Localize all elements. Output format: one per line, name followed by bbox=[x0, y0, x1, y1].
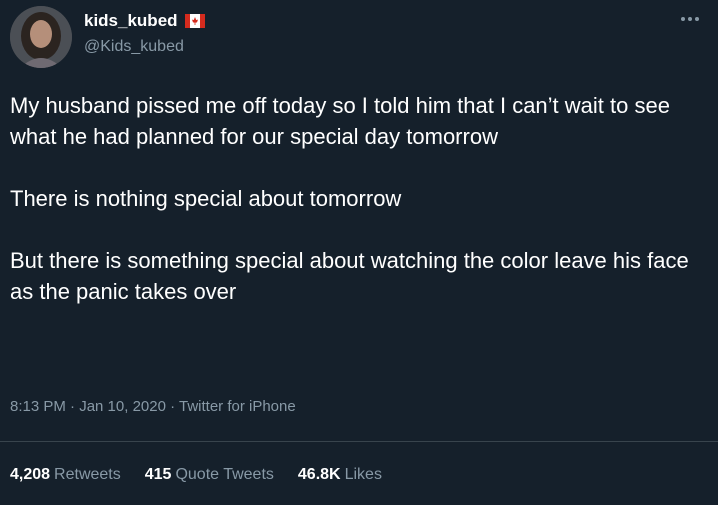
tweet-metadata[interactable]: 8:13 PM · Jan 10, 2020 · Twitter for iPh… bbox=[10, 398, 296, 415]
tweet: kids_kubed @Kids_kubed My husband pissed… bbox=[0, 0, 718, 505]
user-names: kids_kubed @Kids_kubed bbox=[84, 10, 205, 56]
likes-label: Likes bbox=[344, 466, 382, 483]
retweets-label: Retweets bbox=[54, 466, 121, 483]
tweet-paragraph: There is nothing special about tomorrow bbox=[10, 186, 402, 211]
canada-flag-icon bbox=[184, 14, 205, 28]
quote-tweets-label: Quote Tweets bbox=[175, 466, 274, 483]
quote-tweets-count: 415 bbox=[144, 466, 172, 483]
tweet-text: My husband pissed me off today so I told… bbox=[10, 90, 710, 307]
tweet-paragraph: But there is something special about wat… bbox=[10, 248, 689, 304]
retweets-count: 4,208 bbox=[10, 466, 51, 483]
more-options-icon[interactable] bbox=[678, 12, 702, 26]
tweet-header: kids_kubed @Kids_kubed bbox=[10, 6, 708, 68]
divider bbox=[0, 441, 718, 442]
likes-count: 46.8K bbox=[297, 466, 341, 483]
tweet-paragraph: My husband pissed me off today so I told… bbox=[10, 93, 670, 149]
display-name[interactable]: kids_kubed bbox=[84, 11, 178, 31]
display-name-row: kids_kubed bbox=[84, 10, 205, 32]
retweets-stat[interactable]: 4,208 Retweets bbox=[10, 466, 121, 484]
user-handle[interactable]: @Kids_kubed bbox=[84, 38, 205, 56]
quote-tweets-stat[interactable]: 415 Quote Tweets bbox=[145, 466, 274, 484]
avatar[interactable] bbox=[10, 6, 72, 68]
tweet-stats: 4,208 Retweets 415 Quote Tweets 46.8K Likes bbox=[10, 466, 382, 484]
likes-stat[interactable]: 46.8K Likes bbox=[298, 466, 382, 484]
